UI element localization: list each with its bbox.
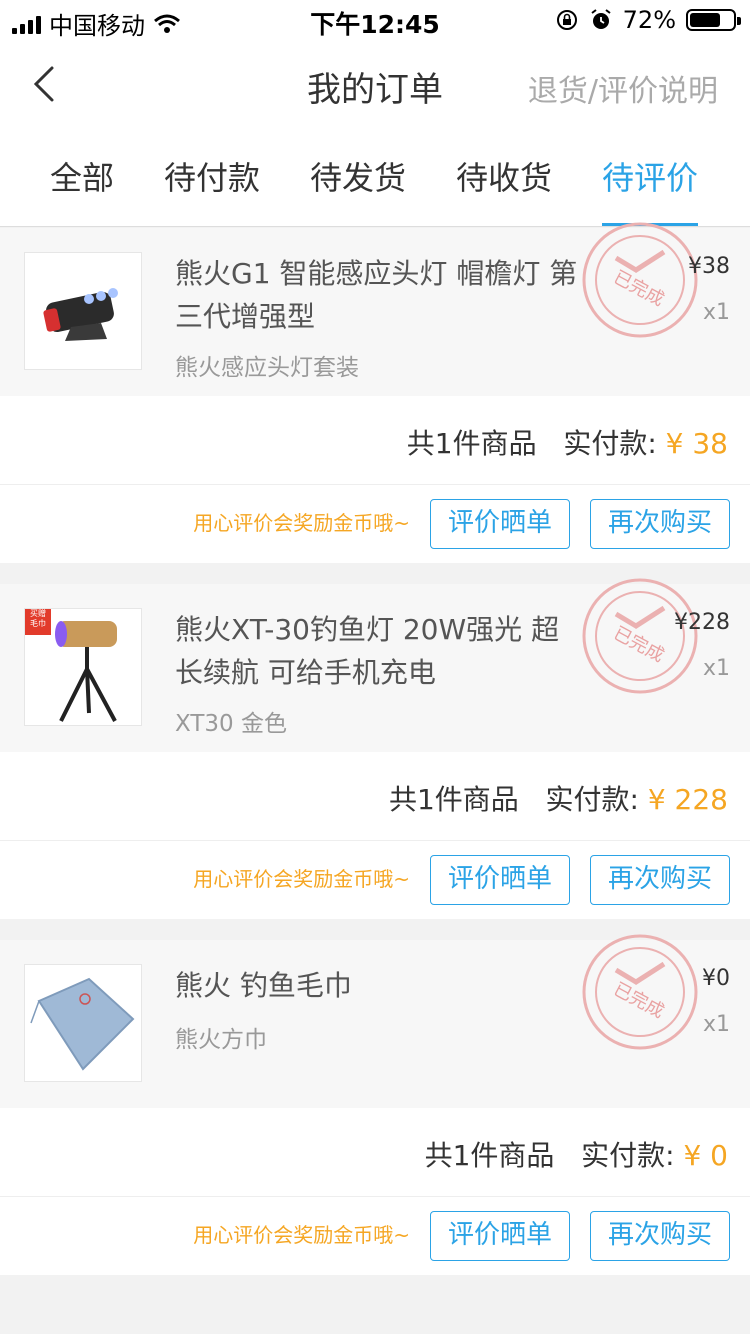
battery-icon bbox=[686, 9, 741, 31]
tab-pending-shipment[interactable]: 待发货 bbox=[310, 128, 406, 226]
order-summary: 共1件商品 实付款: ¥ 228 bbox=[0, 752, 750, 841]
completed-stamp: 已完成 bbox=[582, 578, 698, 694]
paid-amount: ¥ 38 bbox=[665, 427, 728, 460]
product-row[interactable]: 熊火 钓鱼毛巾 熊火方巾 已完成 ¥0 x1 bbox=[0, 934, 750, 1108]
paid-label: 实付款: bbox=[581, 1139, 675, 1172]
product-spec: XT30 金色 bbox=[175, 711, 287, 737]
stamp-text: 已完成 bbox=[610, 623, 668, 667]
nav-bar: 我的订单 退货/评价说明 bbox=[0, 40, 750, 128]
order-card: 熊火 钓鱼毛巾 熊火方巾 已完成 ¥0 x1 共1件商品 实付款: ¥ 0 用心… bbox=[0, 934, 750, 1275]
status-bar: 中国移动 下午12:45 72% bbox=[0, 0, 750, 40]
review-button[interactable]: 评价晒单 bbox=[430, 499, 570, 549]
review-reward-tip: 用心评价会奖励金币哦~ bbox=[193, 867, 410, 891]
stamp-text: 已完成 bbox=[610, 267, 668, 311]
product-qty: x1 bbox=[702, 656, 730, 681]
battery-percent: 72% bbox=[622, 6, 676, 34]
product-image-towel bbox=[24, 964, 142, 1082]
product-spec: 熊火方巾 bbox=[175, 1027, 267, 1053]
tab-pending-receipt[interactable]: 待收货 bbox=[456, 128, 552, 226]
alarm-icon bbox=[591, 9, 611, 29]
completed-stamp: 已完成 bbox=[582, 934, 698, 1050]
product-image-fishing-light: 买赠 毛巾 bbox=[24, 608, 142, 726]
order-summary: 共1件商品 实付款: ¥ 0 bbox=[0, 1108, 750, 1197]
rotation-lock-icon bbox=[556, 10, 577, 30]
order-actions: 用心评价会奖励金币哦~ 评价晒单 再次购买 bbox=[0, 485, 750, 563]
status-right: 72% bbox=[555, 6, 741, 34]
item-count: 共1件商品 bbox=[424, 1139, 555, 1172]
tab-pending-payment[interactable]: 待付款 bbox=[164, 128, 260, 226]
order-card: 熊火G1 智能感应头灯 帽檐灯 第三代增强型 熊火感应头灯套装 已完成 ¥38 … bbox=[0, 222, 750, 563]
product-row[interactable]: 买赠 毛巾 熊火XT-30钓鱼灯 20W强光 超长续航 可给手机充电 XT30 … bbox=[0, 578, 750, 752]
rebuy-button[interactable]: 再次购买 bbox=[590, 1211, 730, 1261]
order-actions: 用心评价会奖励金币哦~ 评价晒单 再次购买 bbox=[0, 841, 750, 919]
review-button[interactable]: 评价晒单 bbox=[430, 1211, 570, 1261]
product-qty: x1 bbox=[702, 300, 730, 325]
stamp-text: 已完成 bbox=[610, 979, 668, 1023]
completed-stamp: 已完成 bbox=[582, 222, 698, 338]
paid-amount: ¥ 228 bbox=[647, 783, 728, 816]
paid-amount: ¥ 0 bbox=[683, 1139, 728, 1172]
gift-badge: 买赠 毛巾 bbox=[30, 609, 46, 628]
product-price: ¥38 bbox=[688, 254, 730, 279]
paid-label: 实付款: bbox=[545, 783, 639, 816]
order-tabs: 全部 待付款 待发货 待收货 待评价 bbox=[0, 128, 750, 227]
review-button[interactable]: 评价晒单 bbox=[430, 855, 570, 905]
paid-label: 实付款: bbox=[563, 427, 657, 460]
product-qty: x1 bbox=[702, 1012, 730, 1037]
product-price: ¥0 bbox=[702, 966, 730, 991]
review-reward-tip: 用心评价会奖励金币哦~ bbox=[193, 511, 410, 535]
review-reward-tip: 用心评价会奖励金币哦~ bbox=[193, 1223, 410, 1247]
item-count: 共1件商品 bbox=[406, 427, 537, 460]
tab-pending-review[interactable]: 待评价 bbox=[602, 128, 698, 226]
tab-all[interactable]: 全部 bbox=[0, 128, 164, 226]
product-spec: 熊火感应头灯套装 bbox=[175, 355, 359, 381]
order-card: 买赠 毛巾 熊火XT-30钓鱼灯 20W强光 超长续航 可给手机充电 XT30 … bbox=[0, 578, 750, 919]
return-review-info-link[interactable]: 退货/评价说明 bbox=[528, 66, 718, 110]
product-price: ¥228 bbox=[674, 610, 730, 635]
rebuy-button[interactable]: 再次购买 bbox=[590, 499, 730, 549]
item-count: 共1件商品 bbox=[388, 783, 519, 816]
order-summary: 共1件商品 实付款: ¥ 38 bbox=[0, 396, 750, 485]
product-image-headlamp bbox=[24, 252, 142, 370]
product-row[interactable]: 熊火G1 智能感应头灯 帽檐灯 第三代增强型 熊火感应头灯套装 已完成 ¥38 … bbox=[0, 222, 750, 396]
order-actions: 用心评价会奖励金币哦~ 评价晒单 再次购买 bbox=[0, 1197, 750, 1275]
product-name: 熊火G1 智能感应头灯 帽檐灯 第三代增强型 bbox=[175, 257, 578, 333]
product-name: 熊火XT-30钓鱼灯 20W强光 超长续航 可给手机充电 bbox=[175, 613, 560, 689]
rebuy-button[interactable]: 再次购买 bbox=[590, 855, 730, 905]
